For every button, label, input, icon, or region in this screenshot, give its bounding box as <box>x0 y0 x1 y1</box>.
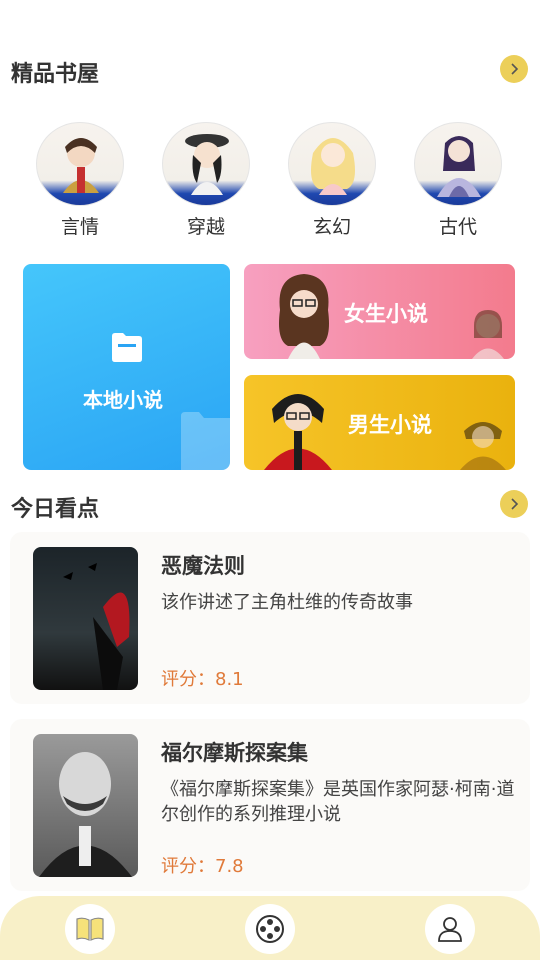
book-item[interactable]: 福尔摩斯探案集 《福尔摩斯探案集》是英国作家阿瑟·柯南·道尔创作的系列推理小说 … <box>10 719 530 891</box>
today-title: 今日看点 <box>11 497 100 522</box>
folder-decor-icon <box>181 412 230 470</box>
female-novel-card[interactable]: 女生小说 <box>244 264 515 359</box>
female-novel-illustration <box>279 274 329 359</box>
folder-icon <box>112 333 142 362</box>
category-label: 玄幻 <box>312 216 351 238</box>
local-novel-card[interactable]: 本地小说 <box>23 264 230 470</box>
nav-video-button[interactable] <box>245 904 295 954</box>
book-rating: 评分：8.1 <box>161 669 244 690</box>
film-reel-icon <box>256 915 284 943</box>
category-romance[interactable]: 言情 <box>35 122 125 239</box>
shelf-header: 精品书屋 <box>0 50 540 90</box>
male-novel-decor <box>460 422 506 470</box>
nav-bookshelf-button[interactable] <box>65 904 115 954</box>
chevron-right-icon <box>511 63 519 75</box>
shelf-title: 精品书屋 <box>11 62 100 87</box>
shelf-more-button[interactable] <box>500 55 528 83</box>
category-ancient[interactable]: 古代 <box>413 122 503 239</box>
local-novel-label: 本地小说 <box>83 388 163 412</box>
category-time-travel[interactable]: 穿越 <box>161 122 251 239</box>
category-ancient-avatar <box>414 122 502 206</box>
category-fantasy-avatar <box>288 122 376 206</box>
male-novel-card[interactable]: 男生小说 <box>244 375 515 470</box>
male-novel-illustration <box>264 394 332 470</box>
chevron-right-icon <box>511 498 519 510</box>
book-cover <box>33 734 138 877</box>
category-label: 古代 <box>438 216 477 238</box>
book-item[interactable]: 恶魔法则 该作讲述了主角杜维的传奇故事 评分：8.1 <box>10 532 530 704</box>
female-novel-label: 女生小说 <box>344 302 428 326</box>
bottom-nav <box>0 896 540 960</box>
book-description: 该作讲述了主角杜维的传奇故事 <box>161 592 413 613</box>
book-open-icon <box>76 917 104 941</box>
user-icon <box>438 917 462 942</box>
male-novel-label: 男生小说 <box>348 413 432 437</box>
book-title: 福尔摩斯探案集 <box>161 741 308 765</box>
book-title: 恶魔法则 <box>161 554 245 578</box>
category-label: 穿越 <box>186 216 225 238</box>
book-description: 《福尔摩斯探案集》是英国作家阿瑟·柯南·道尔创作的系列推理小说 <box>161 779 515 825</box>
category-fantasy[interactable]: 玄幻 <box>287 122 377 239</box>
category-label: 言情 <box>60 216 99 238</box>
category-romance-avatar <box>36 122 124 206</box>
nav-profile-button[interactable] <box>425 904 475 954</box>
book-cover <box>33 547 138 690</box>
female-novel-decor <box>472 310 504 359</box>
category-time-travel-avatar <box>162 122 250 206</box>
book-rating: 评分：7.8 <box>161 856 244 877</box>
today-header: 今日看点 <box>0 485 540 525</box>
today-more-button[interactable] <box>500 490 528 518</box>
